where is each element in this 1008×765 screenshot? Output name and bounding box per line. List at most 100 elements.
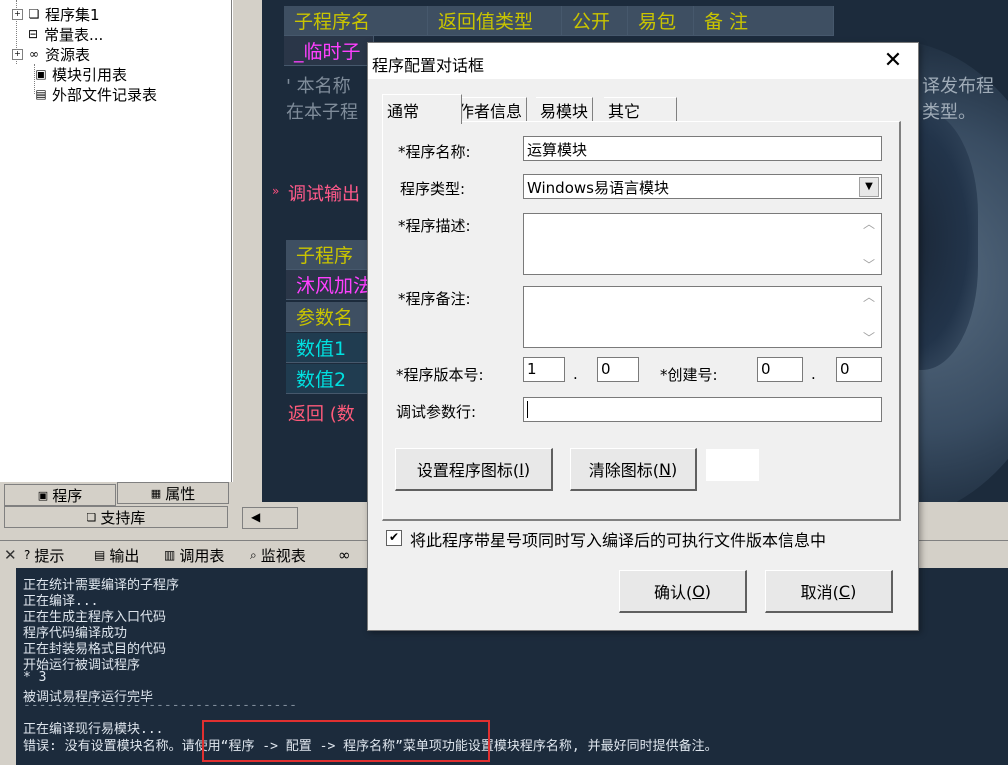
tree-item-label: 程序集1 bbox=[45, 5, 100, 24]
tab-support-label: 支持库 bbox=[100, 508, 146, 527]
cancel-key: C bbox=[838, 581, 851, 601]
comment-line-right: 译发布程 bbox=[922, 76, 994, 97]
param-cell[interactable]: 数值1 bbox=[286, 333, 376, 363]
output-icon: ▤ bbox=[94, 548, 106, 562]
tree-item-label: 外部文件记录表 bbox=[52, 85, 158, 104]
support-library-icon: ❏ bbox=[86, 510, 97, 524]
comment-line-right: 类型。 bbox=[922, 102, 976, 123]
scroll-up-icon[interactable]: ︿ bbox=[863, 215, 875, 232]
program-desc-label: *程序描述: bbox=[398, 217, 471, 235]
sub-name-cell[interactable]: _临时子 bbox=[284, 36, 374, 66]
version-label: *程序版本号: bbox=[396, 366, 484, 384]
write-version-checkbox[interactable]: ✔ bbox=[386, 530, 402, 546]
expand-icon[interactable]: + bbox=[12, 8, 23, 20]
param-header: 参数名 bbox=[286, 302, 376, 332]
scroll-left-icon[interactable]: ◀ bbox=[251, 510, 260, 524]
file-record-icon: ▤ bbox=[35, 87, 47, 101]
debug-output-line[interactable]: 调试输出 bbox=[288, 180, 360, 206]
variable-icon[interactable]: ∞ bbox=[338, 544, 351, 566]
tree-item-module-ref[interactable]: ▣ 模块引用表 bbox=[34, 64, 127, 84]
sub-header-note: 备 注 bbox=[694, 6, 834, 36]
close-icon[interactable]: ✕ bbox=[880, 49, 906, 75]
scroll-up-icon[interactable]: ︿ bbox=[863, 288, 875, 305]
tab-program[interactable]: ▣ 程序 bbox=[4, 484, 116, 506]
program-type-select[interactable]: Windows易语言模块 ▼ bbox=[523, 174, 882, 199]
property-icon: ▦ bbox=[150, 486, 162, 500]
pin-icon[interactable]: ✕ bbox=[4, 544, 17, 566]
tab-watch[interactable]: ⌕ 监视表 bbox=[250, 544, 306, 566]
program-desc-textarea[interactable]: ︿ ﹀ bbox=[523, 213, 882, 275]
scroll-down-icon[interactable]: ﹀ bbox=[863, 256, 875, 273]
cancel-button[interactable]: 取消(C) bbox=[765, 570, 893, 613]
tree-item-resources[interactable]: + ∞ 资源表 bbox=[12, 44, 90, 64]
comment-line: 在本子程 bbox=[286, 102, 358, 123]
paren: ) bbox=[523, 459, 531, 479]
tree-item-label: 常量表... bbox=[44, 25, 104, 44]
build-minor-input[interactable]: 0 bbox=[836, 357, 882, 382]
tree-item-constants[interactable]: ⊟ 常量表... bbox=[26, 24, 103, 44]
scroll-down-icon[interactable]: ﹀ bbox=[863, 329, 875, 346]
comment-line: ' 本名称 bbox=[286, 76, 351, 97]
tab-output[interactable]: ▤ 输出 bbox=[94, 544, 139, 566]
project-tree-panel: + ❏ 程序集1 ⊟ 常量表... + ∞ 资源表 ▣ 模块引用表 ▤ 外部文件… bbox=[0, 0, 232, 482]
sub2-name-cell[interactable]: 沐风加法 bbox=[286, 270, 376, 300]
output-separator: ----------------------------------- bbox=[23, 698, 297, 713]
hint-icon: ? bbox=[24, 548, 31, 562]
breakpoint-arrow-icon: » bbox=[272, 184, 280, 198]
ok-button[interactable]: 确认(O) bbox=[619, 570, 747, 613]
tab-hint[interactable]: ? 提示 bbox=[24, 544, 64, 566]
tab-program-label: 程序 bbox=[52, 486, 83, 505]
tab-support-library[interactable]: ❏ 支持库 bbox=[4, 506, 228, 528]
debug-params-input[interactable] bbox=[523, 397, 882, 422]
tab-label: 作者信息 bbox=[458, 102, 523, 121]
tab-label: 监视表 bbox=[260, 546, 306, 565]
param-cell[interactable]: 数值2 bbox=[286, 364, 376, 394]
tab-label: 输出 bbox=[109, 546, 140, 565]
program-note-textarea[interactable]: ︿ ﹀ bbox=[523, 286, 882, 348]
tab-author[interactable]: 作者信息 bbox=[454, 97, 528, 122]
module-ref-icon: ▣ bbox=[35, 67, 47, 81]
paren: ) bbox=[670, 459, 678, 479]
clear-icon-key: N bbox=[659, 459, 671, 479]
clear-icon-button[interactable]: 清除图标(N) bbox=[570, 448, 697, 491]
icon-preview bbox=[706, 449, 759, 481]
tree-item-assembly[interactable]: + ❏ 程序集1 bbox=[12, 4, 100, 24]
tab-property-label: 属性 bbox=[165, 484, 196, 503]
version-major-input[interactable]: 1 bbox=[523, 357, 565, 382]
build-label: *创建号: bbox=[660, 366, 718, 384]
editor-hscroll[interactable]: ◀ bbox=[242, 507, 298, 529]
tab-e-module[interactable]: 易模块 bbox=[536, 97, 594, 122]
resource-icon: ∞ bbox=[29, 47, 39, 61]
tab-label: 调用表 bbox=[179, 546, 225, 565]
build-major-input[interactable]: 0 bbox=[757, 357, 803, 382]
dialog-titlebar[interactable]: 程序配置对话框 ✕ bbox=[368, 43, 918, 79]
desc-scrollbar[interactable]: ︿ ﹀ bbox=[858, 215, 880, 273]
program-name-input[interactable]: 运算模块 bbox=[523, 136, 882, 161]
chevron-down-icon[interactable]: ▼ bbox=[859, 177, 879, 197]
constant-icon: ⊟ bbox=[27, 27, 39, 41]
output-gutter bbox=[0, 568, 16, 765]
sub-header-public: 公开 bbox=[562, 6, 628, 36]
write-version-label[interactable]: 将此程序带星号项同时写入编译后的可执行文件版本信息中 bbox=[410, 527, 826, 551]
return-line[interactable]: 返回 (数 bbox=[288, 400, 355, 426]
tab-label: 提示 bbox=[34, 546, 65, 565]
tab-property[interactable]: ▦ 属性 bbox=[117, 482, 229, 504]
tab-other[interactable]: 其它 bbox=[604, 97, 677, 122]
tab-general[interactable]: 通常 bbox=[382, 94, 462, 124]
tree-item-label: 资源表 bbox=[45, 45, 91, 64]
watch-icon: ⌕ bbox=[250, 547, 257, 562]
version-dot: . bbox=[573, 365, 578, 383]
tab-label: 其它 bbox=[608, 102, 641, 121]
set-icon-button[interactable]: 设置程序图标(I) bbox=[395, 448, 553, 491]
note-scrollbar[interactable]: ︿ ﹀ bbox=[858, 288, 880, 346]
ok-label: 确认( bbox=[653, 583, 693, 602]
program-type-label: 程序类型: bbox=[400, 180, 466, 198]
tree-scrollbar[interactable] bbox=[232, 0, 248, 482]
tab-call-table[interactable]: ▥ 调用表 bbox=[164, 544, 224, 566]
set-icon-label: 设置程序图标( bbox=[416, 461, 520, 480]
version-minor-input[interactable]: 0 bbox=[597, 357, 639, 382]
expand-icon[interactable]: + bbox=[12, 48, 23, 60]
dialog-title: 程序配置对话框 bbox=[372, 56, 485, 75]
tree-item-file-record[interactable]: ▤ 外部文件记录表 bbox=[34, 84, 157, 104]
highlight-box bbox=[202, 720, 490, 762]
